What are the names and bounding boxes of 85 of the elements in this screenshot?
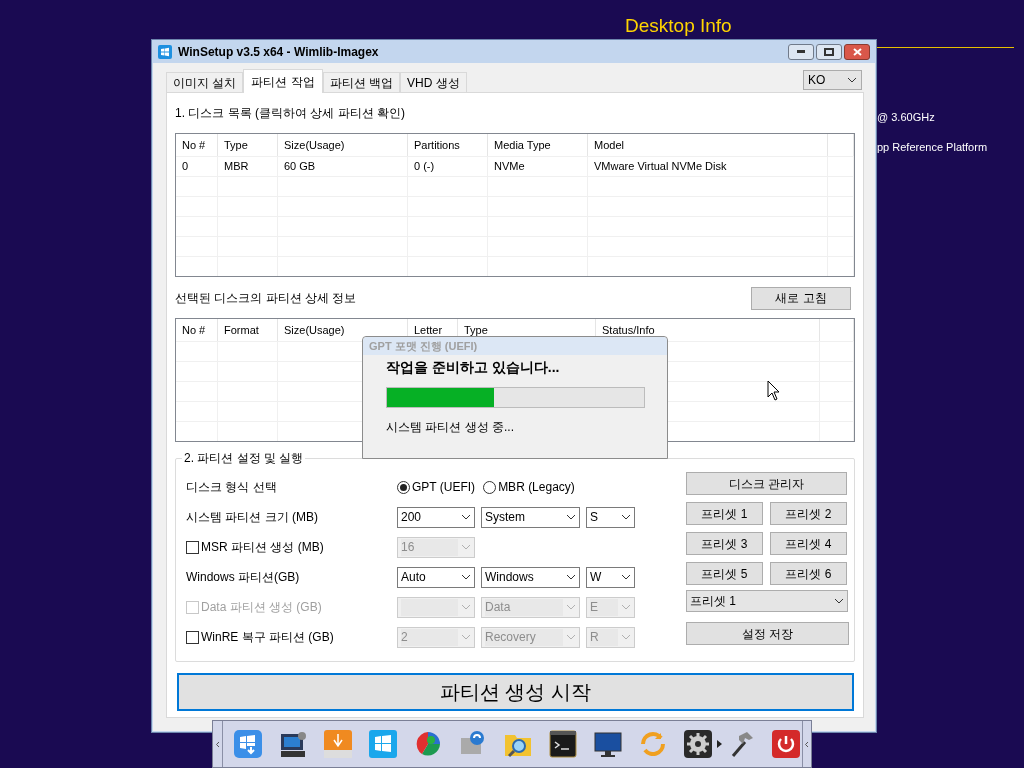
dropdown[interactable]: Windows xyxy=(481,566,580,588)
table-cell: 0 xyxy=(176,157,218,176)
tab[interactable]: VHD 생성 xyxy=(400,72,467,92)
preset-select[interactable]: 프리셋 1 xyxy=(686,590,848,612)
maximize-button[interactable] xyxy=(816,43,842,60)
dropdown[interactable]: W xyxy=(586,566,635,588)
close-button[interactable] xyxy=(844,43,870,60)
setting-label: 디스크 형식 선택 xyxy=(186,479,277,496)
preset-button[interactable]: 프리셋 4 xyxy=(770,532,847,555)
section-heading: 선택된 디스크의 파티션 상세 정보 xyxy=(175,290,357,307)
checkbox[interactable]: WinRE 복구 파티션 (GB) xyxy=(186,628,334,646)
app-icon xyxy=(158,44,172,59)
column-header: No # xyxy=(176,319,218,341)
chevron-icon xyxy=(461,574,471,580)
language-select[interactable]: KO xyxy=(803,70,862,90)
checkbox[interactable]: MSR 파티션 생성 (MB) xyxy=(186,538,324,556)
dropdown[interactable]: System xyxy=(481,506,580,528)
chevron-icon xyxy=(461,544,471,550)
mouse-cursor-icon xyxy=(767,380,780,401)
chevron-icon xyxy=(847,77,857,83)
chevron-icon xyxy=(566,634,576,640)
tab[interactable]: 파티션 작업 xyxy=(243,69,323,93)
tab[interactable]: 이미지 설치 xyxy=(166,72,244,92)
info-line: pp Reference Platform xyxy=(877,140,988,155)
column-header: Partitions xyxy=(408,134,488,156)
preset-button[interactable]: 프리셋 5 xyxy=(686,562,763,585)
chevron-icon xyxy=(621,574,631,580)
progress-message: 작업을 준비하고 있습니다... xyxy=(386,358,561,376)
close-icon xyxy=(852,47,862,56)
table-cell: 60 GB xyxy=(278,157,408,176)
chevron-icon xyxy=(834,598,844,604)
column-header: Type xyxy=(218,134,278,156)
info-line: @ 3.60GHz xyxy=(877,110,935,125)
download-window-icon[interactable] xyxy=(232,728,264,760)
tab[interactable]: 파티션 백업 xyxy=(322,72,401,92)
dialog-title: GPT 포맷 진행 (UEFI) xyxy=(369,338,478,354)
table-cell: VMware Virtual NVMe Disk xyxy=(588,157,828,176)
chevron-icon xyxy=(621,514,631,520)
chevron-icon xyxy=(566,604,576,610)
column-header: Media Type xyxy=(488,134,588,156)
gear-icon[interactable] xyxy=(682,728,714,760)
radio-button[interactable]: GPT (UEFI) xyxy=(397,478,476,496)
power-icon[interactable] xyxy=(770,728,802,760)
minimize-button[interactable] xyxy=(788,43,814,60)
column-header: No # xyxy=(176,134,218,156)
chevron-icon xyxy=(461,634,471,640)
table-cell: 0 (-) xyxy=(408,157,488,176)
preset-button[interactable]: 프리셋 2 xyxy=(770,502,847,525)
radio-button[interactable]: MBR (Legacy) xyxy=(483,478,575,496)
setting-label: 시스템 파티션 크기 (MB) xyxy=(186,509,318,526)
table-cell: MBR xyxy=(218,157,278,176)
preset-button[interactable]: 프리셋 3 xyxy=(686,532,763,555)
dropdown[interactable]: Auto xyxy=(397,566,475,588)
save-settings-button[interactable]: 설정 저장 xyxy=(686,622,849,645)
chevron-icon xyxy=(621,634,631,640)
window-title: WinSetup v3.5 x64 - Wimlib-Imagex xyxy=(178,43,379,61)
handle-icon xyxy=(216,740,219,748)
section-heading: 1. 디스크 목록 (클릭하여 상세 파티션 확인) xyxy=(175,105,406,121)
chevron-icon xyxy=(621,604,631,610)
chevron-icon xyxy=(566,514,576,520)
chevron-icon xyxy=(461,604,471,610)
column-header: Size(Usage) xyxy=(278,134,408,156)
table-cell: NVMe xyxy=(488,157,588,176)
dropdown[interactable]: S xyxy=(586,506,635,528)
progress-status: 시스템 파티션 생성 중... xyxy=(386,419,515,436)
disk-manager-button[interactable]: 디스크 관리자 xyxy=(686,472,847,495)
chevron-icon xyxy=(566,574,576,580)
terminal-icon[interactable] xyxy=(547,728,579,760)
group-legend: 2. 파티션 설정 및 실행 xyxy=(182,450,306,466)
start-button[interactable]: 파티션 생성 시작 xyxy=(177,673,854,711)
desktop-info-title: Desktop Info xyxy=(625,15,732,37)
preset-button[interactable]: 프리셋 6 xyxy=(770,562,847,585)
maximize-icon xyxy=(824,47,834,56)
expand-arrow-icon[interactable] xyxy=(717,740,722,748)
column-header: Model xyxy=(588,134,828,156)
preset-button[interactable]: 프리셋 1 xyxy=(686,502,763,525)
handle-icon xyxy=(805,740,808,748)
minimize-icon xyxy=(797,50,805,53)
refresh-button[interactable]: 새로 고침 xyxy=(751,286,851,310)
language-value: KO xyxy=(808,72,826,89)
setting-label: Windows 파티션(GB) xyxy=(186,569,300,586)
chevron-icon xyxy=(461,514,471,520)
dropdown[interactable]: 200 xyxy=(397,506,475,528)
windows-logo-icon[interactable] xyxy=(367,728,399,760)
column-header: Format xyxy=(218,319,278,341)
